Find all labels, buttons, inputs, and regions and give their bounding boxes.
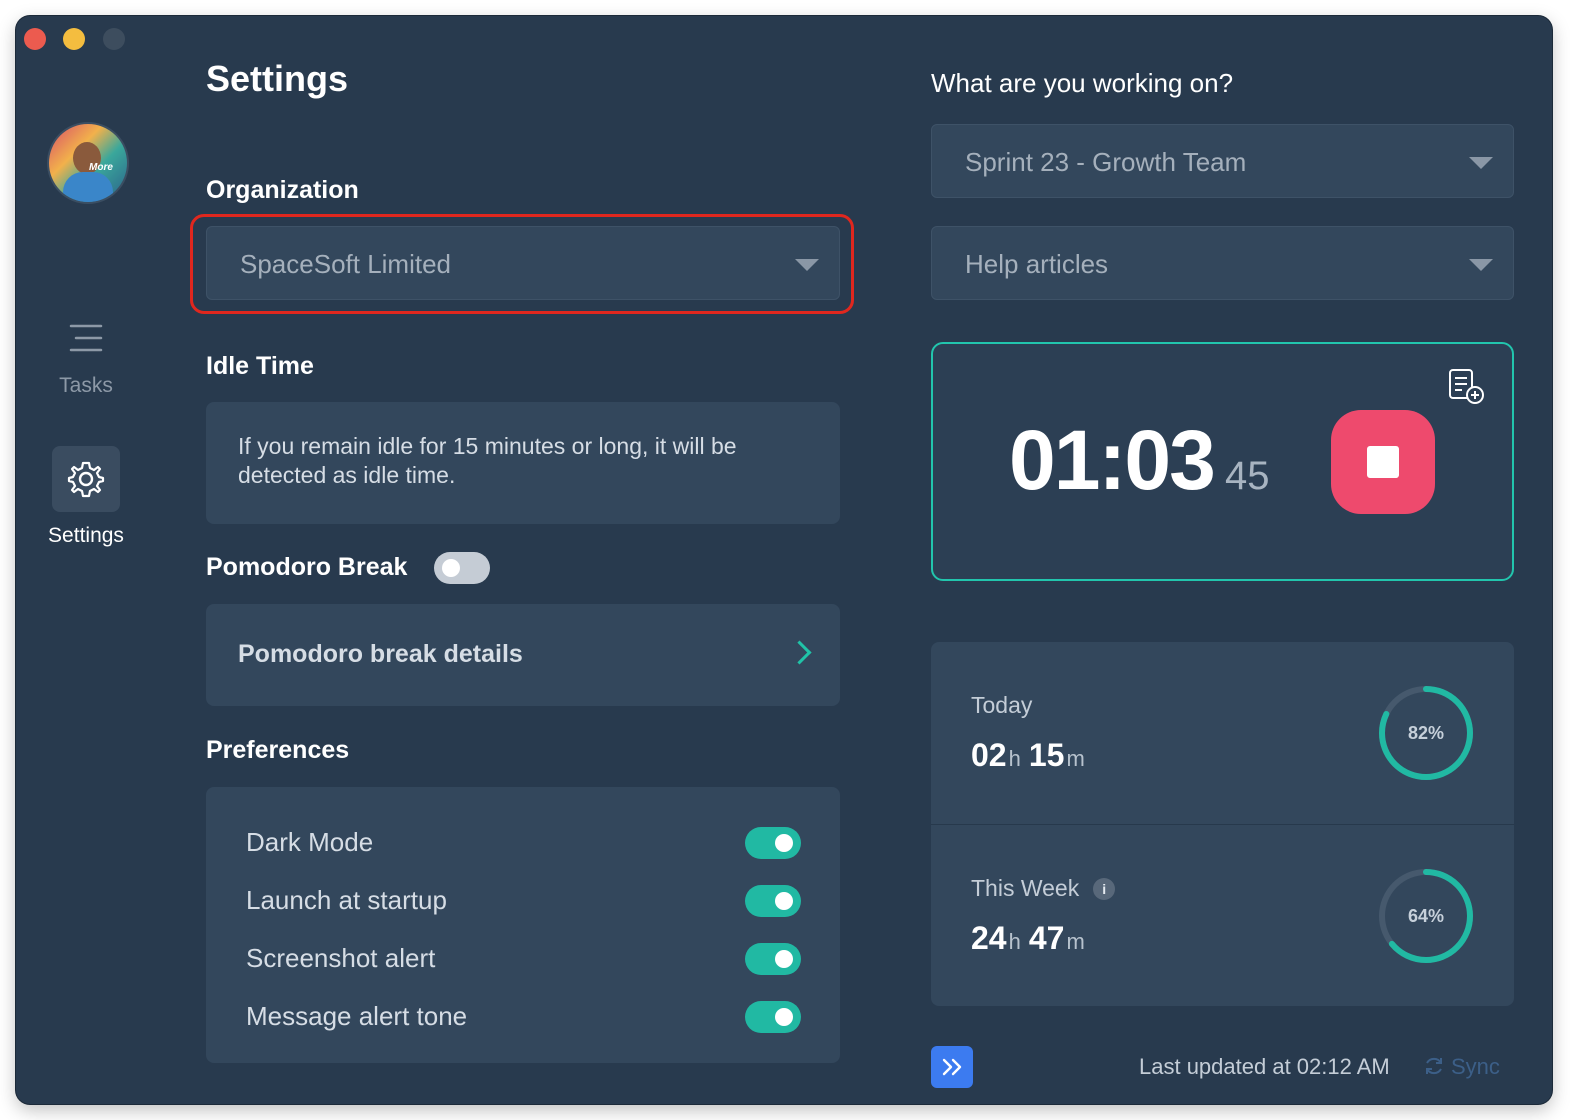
stop-timer-button[interactable] (1331, 410, 1435, 514)
preferences-card: Dark Mode Launch at startup Screenshot a… (206, 787, 840, 1063)
chevron-right-icon (787, 640, 812, 665)
project-select[interactable]: Sprint 23 - Growth Team (931, 124, 1514, 198)
dark-mode-toggle[interactable] (745, 827, 801, 859)
sync-icon (1426, 1057, 1442, 1075)
double-chevron-right-icon (942, 1058, 962, 1076)
stat-hours-unit: h (1008, 746, 1021, 771)
toggle-knob (775, 950, 793, 968)
launch-startup-toggle[interactable] (745, 885, 801, 917)
chevron-down-icon (795, 259, 819, 271)
sidebar-item-label: Tasks (59, 374, 113, 397)
task-select[interactable]: Help articles (931, 226, 1514, 300)
stat-label-text: This Week (971, 875, 1080, 901)
pomodoro-details-label: Pomodoro break details (238, 640, 523, 668)
stat-minutes-unit: m (1066, 929, 1085, 954)
pomodoro-details-row[interactable]: Pomodoro break details (206, 604, 840, 706)
info-icon[interactable]: i (1093, 878, 1116, 900)
stat-value: 24h 47m (971, 920, 1093, 957)
stat-label: Today (971, 692, 1033, 718)
sync-button[interactable]: Sync (1423, 1054, 1500, 1080)
zoom-window-button (103, 28, 125, 50)
avatar-body (63, 172, 113, 202)
stat-minutes: 47 (1028, 920, 1065, 956)
gear-icon (52, 446, 120, 512)
pomodoro-label: Pomodoro Break (206, 553, 408, 581)
organization-label: Organization (206, 176, 359, 204)
sidebar-item-settings[interactable]: Settings (16, 446, 156, 548)
add-note-icon[interactable] (1448, 368, 1486, 406)
stat-hours: 02 (971, 737, 1007, 773)
stat-value: 02h 15m (971, 737, 1093, 774)
idle-time-label: Idle Time (206, 352, 314, 380)
project-value: Sprint 23 - Growth Team (965, 147, 1247, 177)
stat-this-week: This Week i 24h 47m 64% (931, 824, 1514, 1006)
toggle-knob (442, 559, 460, 577)
minimize-window-button[interactable] (63, 28, 85, 50)
toggle-knob (775, 834, 793, 852)
sync-label: Sync (1451, 1054, 1500, 1079)
toggle-knob (775, 892, 793, 910)
organization-value: SpaceSoft Limited (240, 249, 452, 279)
preferences-label: Preferences (206, 736, 350, 764)
sidebar-item-label: Settings (48, 524, 124, 547)
timer-panel: 01:03 45 (931, 342, 1514, 581)
pref-dark-mode-label: Dark Mode (246, 827, 374, 857)
avatar-tag: More (89, 162, 113, 173)
task-value: Help articles (965, 249, 1109, 279)
page-title: Settings (206, 58, 349, 99)
expand-button[interactable] (931, 1046, 973, 1088)
sidebar-item-tasks[interactable]: Tasks (16, 316, 156, 398)
organization-select[interactable]: SpaceSoft Limited (206, 226, 840, 300)
list-icon (64, 316, 108, 360)
chevron-down-icon (1469, 157, 1493, 169)
timer-seconds: 45 (1225, 454, 1270, 498)
progress-percent: 64% (1407, 906, 1445, 926)
close-window-button[interactable] (24, 28, 46, 50)
pref-message-tone-label: Message alert tone (246, 1001, 468, 1031)
timer-main: 01:03 (1009, 413, 1216, 507)
pref-screenshot-alert-label: Screenshot alert (246, 943, 436, 973)
progress-percent: 82% (1407, 723, 1445, 743)
stat-hours-unit: h (1008, 929, 1021, 954)
working-on-prompt: What are you working on? (931, 68, 1234, 98)
screenshot-alert-toggle[interactable] (745, 943, 801, 975)
pref-launch-startup-label: Launch at startup (246, 885, 447, 915)
stop-icon (1367, 446, 1399, 478)
stat-minutes-unit: m (1066, 746, 1085, 771)
toggle-knob (775, 1008, 793, 1026)
stat-hours: 24 (971, 920, 1007, 956)
stats-panel: Today 02h 15m 82% This Week i 24h 47m 64% (931, 642, 1514, 1006)
pomodoro-toggle[interactable] (434, 552, 490, 584)
stat-label: This Week i (971, 875, 1116, 902)
stat-minutes: 15 (1028, 737, 1065, 773)
stat-today: Today 02h 15m 82% (931, 642, 1514, 823)
last-updated-text: Last updated at 02:12 AM (1139, 1054, 1390, 1079)
idle-time-text: If you remain idle for 15 minutes or lon… (238, 433, 737, 488)
app-window: More Tasks Settings Settings Organizatio… (16, 16, 1552, 1104)
avatar[interactable]: More (47, 122, 129, 204)
idle-time-card: If you remain idle for 15 minutes or lon… (206, 402, 840, 524)
message-tone-toggle[interactable] (745, 1001, 801, 1033)
chevron-down-icon (1469, 259, 1493, 271)
